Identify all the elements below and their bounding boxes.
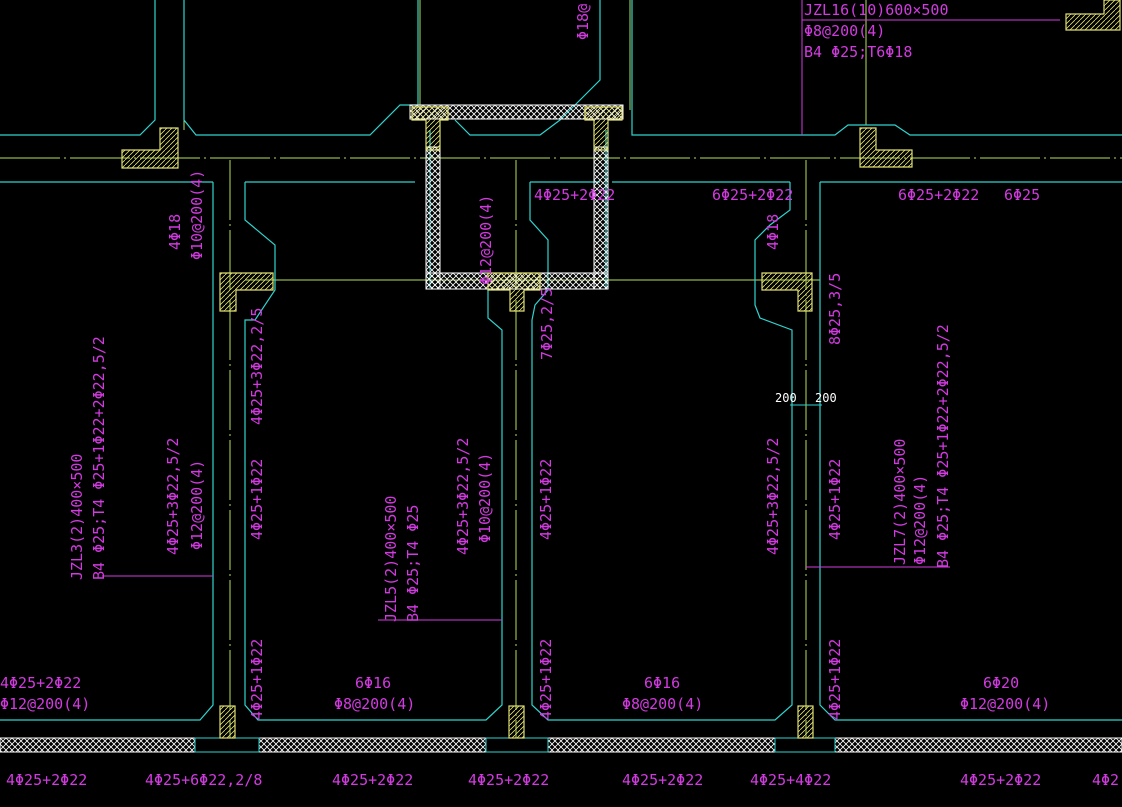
beam1-stirrup: Φ12@200(4) bbox=[188, 460, 206, 550]
left-room-stirrup: Φ12@200(4) bbox=[0, 695, 90, 713]
left-stirrup: Φ10@200(4) bbox=[188, 170, 206, 260]
room3-stirrup: Φ12@200(4) bbox=[960, 695, 1050, 713]
low2-bars: 4Φ25+1Φ22 bbox=[537, 639, 555, 720]
bottom-4: 4Φ25+2Φ22 bbox=[468, 771, 549, 789]
bottom-1: 4Φ25+2Φ22 bbox=[6, 771, 87, 789]
beam2-stirrup: Φ10@200(4) bbox=[476, 453, 494, 543]
bottom-8: 4Φ2 bbox=[1092, 771, 1119, 789]
jzl5-bars: B4 Φ25;T4 Φ25 bbox=[404, 505, 422, 622]
low3-bars: 4Φ25+1Φ22 bbox=[826, 639, 844, 720]
top-stirrup-vertical: Φ18@ bbox=[574, 4, 592, 40]
beam3-bars: 4Φ25+3Φ22,5/2 bbox=[764, 438, 782, 555]
room1-stirrup: Φ8@200(4) bbox=[334, 695, 415, 713]
jzl16-label: JZL16(10)600×500 bbox=[804, 1, 949, 19]
left-room-bars: 4Φ25+2Φ22 bbox=[0, 674, 81, 692]
left-4phi18: 4Φ18 bbox=[166, 214, 184, 250]
low1-bars: 4Φ25+1Φ22 bbox=[248, 639, 266, 720]
beam2-bars: 4Φ25+3Φ22,5/2 bbox=[454, 438, 472, 555]
jzl16-bars: B4 Φ25;T6Φ18 bbox=[804, 43, 912, 61]
core-stirrup: Φ12@200(4) bbox=[477, 195, 495, 285]
jzl5-label: JZL5(2)400×500 bbox=[382, 496, 400, 622]
bottom-5: 4Φ25+2Φ22 bbox=[622, 771, 703, 789]
bottom-7: 4Φ25+2Φ22 bbox=[960, 771, 1041, 789]
room1-bars: 6Φ16 bbox=[355, 674, 391, 692]
row1-b: 6Φ25+2Φ22 bbox=[712, 186, 793, 204]
jzl16-stirrup: Φ8@200(4) bbox=[804, 22, 885, 40]
jzl7-label: JZL7(2)400×500 bbox=[891, 439, 909, 565]
dim-left-text: 200 bbox=[775, 391, 797, 405]
row1-d: 6Φ25 bbox=[1004, 186, 1040, 204]
right-4phi18: 4Φ18 bbox=[764, 214, 782, 250]
room2-stirrup: Φ8@200(4) bbox=[622, 695, 703, 713]
beam1-bars: 4Φ25+3Φ22,5/2 bbox=[164, 438, 182, 555]
bottom-2: 4Φ25+6Φ22,2/8 bbox=[145, 771, 262, 789]
jzl7-bars: B4 Φ25;T4 Φ25+1Φ22+2Φ22,5/2 bbox=[934, 324, 952, 568]
jzl3-bars: B4 Φ25;T4 Φ25+1Φ22+2Φ22,5/2 bbox=[90, 336, 108, 580]
v-a1: 4Φ25+3Φ22,2/5 bbox=[248, 308, 266, 425]
room3-bars: 6Φ20 bbox=[983, 674, 1019, 692]
bottom-3: 4Φ25+2Φ22 bbox=[332, 771, 413, 789]
jzl3-label: JZL3(2)400×500 bbox=[68, 454, 86, 580]
jzl7-stirrup: Φ12@200(4) bbox=[911, 475, 929, 565]
bottom-6: 4Φ25+4Φ22 bbox=[750, 771, 831, 789]
cad-drawing-canvas[interactable]: 200 200 JZL16(10)600×500 Φ8@200(4) B4 Φ2… bbox=[0, 0, 1122, 807]
dim-right-text: 200 bbox=[815, 391, 837, 405]
mid3-bars: 4Φ25+1Φ22 bbox=[826, 459, 844, 540]
row1-c: 6Φ25+2Φ22 bbox=[898, 186, 979, 204]
mid1-bars: 4Φ25+1Φ22 bbox=[248, 459, 266, 540]
mid2-bars: 4Φ25+1Φ22 bbox=[537, 459, 555, 540]
row1-a: 4Φ25+2Φ22 bbox=[534, 186, 615, 204]
room2-bars: 6Φ16 bbox=[644, 674, 680, 692]
v-a2: 7Φ25,2/5 bbox=[538, 288, 556, 360]
v-a3: 8Φ25,3/5 bbox=[826, 273, 844, 345]
columns bbox=[121, 0, 1121, 739]
